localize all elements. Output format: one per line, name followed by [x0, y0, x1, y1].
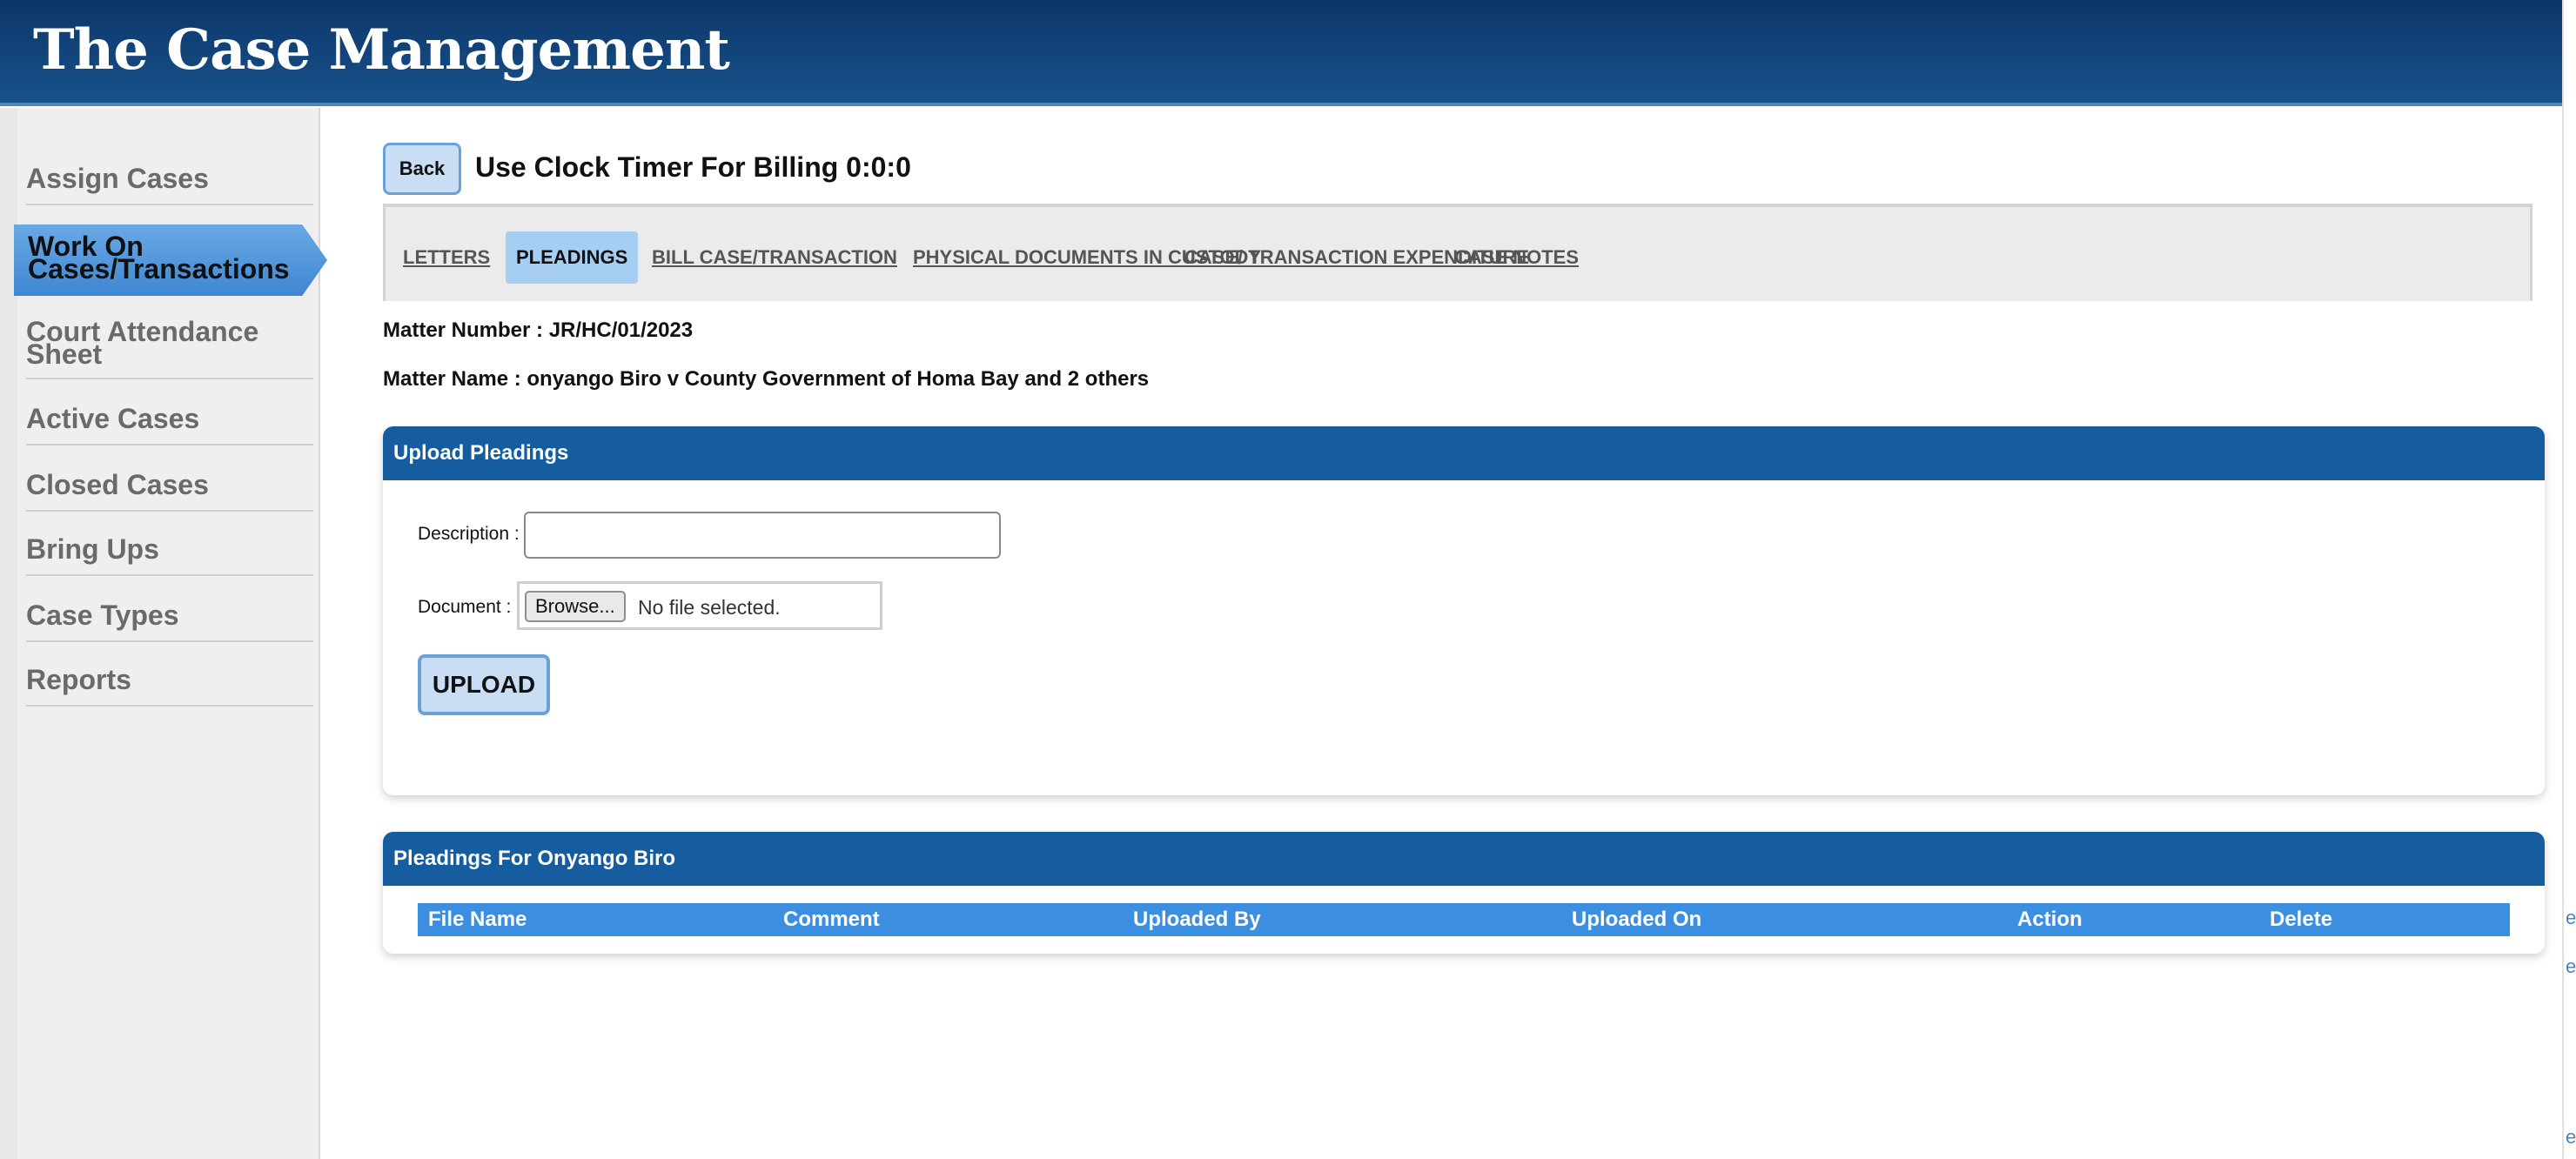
- sidebar-item-label: Reports: [26, 664, 131, 695]
- sidebar-item-label: Case Types: [26, 600, 179, 631]
- column-header-uploaded-on[interactable]: Uploaded On: [1572, 903, 1701, 936]
- panel-title: Upload Pleadings: [383, 426, 2545, 480]
- panel-title: Pleadings For Onyango Biro: [383, 832, 2545, 886]
- tab-pleadings[interactable]: PLEADINGS: [506, 231, 639, 284]
- sidebar-item-case-types[interactable]: Case Types: [26, 601, 313, 642]
- edge-glyph: e: [2566, 907, 2576, 928]
- upload-pleadings-panel: Upload Pleadings Description : Document …: [383, 426, 2545, 795]
- sidebar-item-court-attendance-sheet[interactable]: Court Attendance Sheet: [26, 316, 313, 379]
- app-header: The Case Management: [0, 0, 2562, 106]
- file-status: No file selected.: [638, 596, 781, 619]
- sidebar-item-label: Closed Cases: [26, 469, 209, 500]
- matter-number: Matter Number : JR/HC/01/2023: [383, 318, 694, 342]
- pleadings-table-header: File Name Comment Uploaded By Uploaded O…: [418, 903, 2510, 936]
- sidebar-item-label: Active Cases: [26, 403, 200, 434]
- column-header-file-name[interactable]: File Name: [428, 903, 527, 936]
- sidebar-item-label: Bring Ups: [26, 533, 159, 565]
- sidebar-item-label: Assign Cases: [26, 163, 209, 194]
- billing-timer: Use Clock Timer For Billing 0:0:0: [475, 151, 911, 183]
- browse-button[interactable]: Browse...: [525, 591, 626, 622]
- document-label: Document :: [418, 597, 512, 617]
- sidebar-item-active-cases[interactable]: Active Cases: [26, 405, 313, 446]
- column-header-comment[interactable]: Comment: [783, 903, 880, 936]
- sidebar-item-label: Court Attendance Sheet: [26, 316, 259, 370]
- tab-letters[interactable]: LETTERS: [403, 231, 490, 284]
- column-header-uploaded-by[interactable]: Uploaded By: [1133, 903, 1261, 936]
- description-input[interactable]: [524, 512, 1001, 559]
- right-edge-strip: [2562, 0, 2576, 1159]
- sidebar-item-reports[interactable]: Reports: [26, 666, 313, 707]
- document-file-input[interactable]: Browse... No file selected.: [517, 581, 882, 630]
- sidebar-item-closed-cases[interactable]: Closed Cases: [26, 471, 313, 512]
- column-header-delete[interactable]: Delete: [2270, 903, 2332, 936]
- matter-name: Matter Name : onyango Biro v County Gove…: [383, 367, 1150, 391]
- sidebar: Assign Cases Work On Cases/Transactions …: [0, 108, 327, 1159]
- column-header-action[interactable]: Action: [2017, 903, 2083, 936]
- tab-bar: LETTERS PLEADINGS BILL CASE/TRANSACTION …: [383, 204, 2532, 301]
- edge-glyph: e: [2566, 1126, 2576, 1148]
- sidebar-item-bring-ups[interactable]: Bring Ups: [26, 535, 313, 576]
- tab-bill-case-transaction[interactable]: BILL CASE/TRANSACTION: [652, 231, 897, 284]
- sidebar-item-assign-cases[interactable]: Assign Cases: [26, 164, 313, 205]
- edge-glyph: e: [2566, 955, 2576, 977]
- description-label: Description :: [418, 524, 520, 544]
- tab-case-notes[interactable]: CASE NOTES: [1454, 231, 1579, 284]
- app-title: The Case Management: [33, 17, 730, 83]
- upload-button[interactable]: UPLOAD: [418, 654, 550, 715]
- pleadings-list-panel: Pleadings For Onyango Biro File Name Com…: [383, 832, 2545, 954]
- sidebar-item-work-on-cases[interactable]: Work On Cases/Transactions: [14, 224, 327, 296]
- sidebar-item-label: Work On Cases/Transactions: [28, 231, 290, 285]
- back-button[interactable]: Back: [383, 143, 461, 195]
